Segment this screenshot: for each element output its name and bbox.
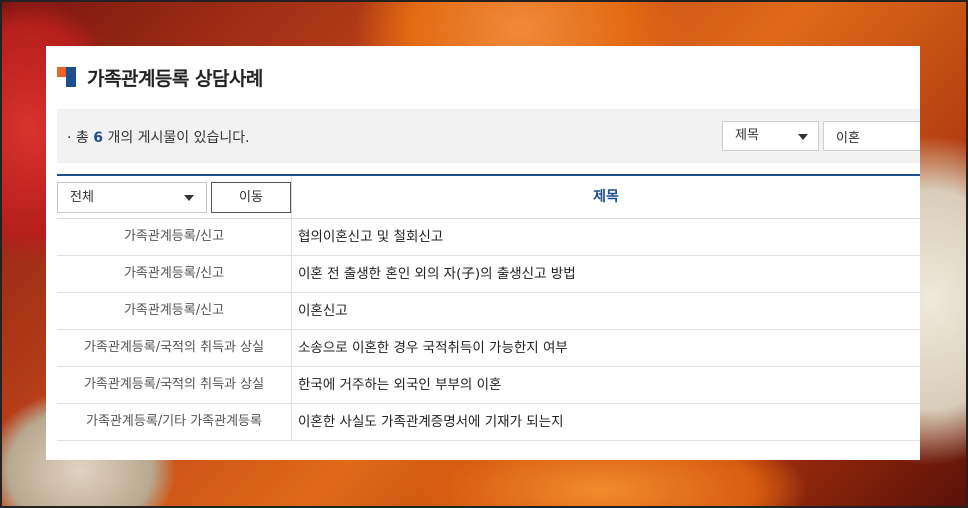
- row-title-link[interactable]: 이혼한 사실도 가족관계증명서에 기재가 되는지: [298, 404, 564, 440]
- table-header: 전체 이동 제목: [57, 176, 920, 219]
- table-row: 가족관계등록/신고 협의이혼신고 및 철회신고: [57, 219, 920, 256]
- row-category: 가족관계등록/신고: [57, 293, 292, 329]
- page-header: 가족관계등록 상담사례: [57, 64, 263, 90]
- row-title-link[interactable]: 이혼신고: [298, 293, 348, 329]
- table-row: 가족관계등록/국적의 취득과 상실 소송으로 이혼한 경우 국적취득이 가능한지…: [57, 330, 920, 367]
- post-table: 전체 이동 제목 가족관계등록/신고 협의이혼신고 및 철회신고 가족관계등록/…: [57, 174, 920, 441]
- row-category: 가족관계등록/신고: [57, 219, 292, 255]
- column-header-title: 제목: [593, 189, 619, 205]
- row-title-link[interactable]: 협의이혼신고 및 철회신고: [298, 219, 443, 255]
- count-suffix: 개의 게시물이 있습니다.: [107, 130, 250, 146]
- title-bullet-icon: [57, 67, 77, 87]
- row-category: 가족관계등록/국적의 취득과 상실: [57, 330, 292, 366]
- chevron-down-icon: [798, 134, 808, 140]
- row-title-link[interactable]: 한국에 거주하는 외국인 부부의 이혼: [298, 367, 501, 403]
- row-category: 가족관계등록/기타 가족관계등록: [57, 404, 292, 440]
- search-field-select[interactable]: 제목: [722, 121, 819, 151]
- content-panel: 가족관계등록 상담사례 · 총 6 개의 게시물이 있습니다. 제목 전체 이동…: [46, 46, 920, 460]
- count-prefix: 총: [75, 130, 89, 146]
- category-select[interactable]: 전체: [57, 182, 207, 213]
- count-number: 6: [93, 130, 103, 146]
- page-title: 가족관계등록 상담사례: [87, 67, 263, 90]
- board-info-bar: · 총 6 개의 게시물이 있습니다. 제목: [57, 109, 920, 163]
- search-input[interactable]: [823, 121, 920, 151]
- bullet-dot-icon: ·: [67, 130, 72, 146]
- row-title-link[interactable]: 이혼 전 출생한 혼인 외의 자(子)의 출생신고 방법: [298, 256, 576, 292]
- table-row: 가족관계등록/국적의 취득과 상실 한국에 거주하는 외국인 부부의 이혼: [57, 367, 920, 404]
- post-count: · 총 6 개의 게시물이 있습니다.: [67, 127, 250, 147]
- row-category: 가족관계등록/국적의 취득과 상실: [57, 367, 292, 403]
- search-field-value: 제목: [735, 128, 759, 143]
- category-select-value: 전체: [70, 190, 94, 205]
- table-row: 가족관계등록/신고 이혼신고: [57, 293, 920, 330]
- move-button[interactable]: 이동: [211, 182, 291, 213]
- table-row: 가족관계등록/신고 이혼 전 출생한 혼인 외의 자(子)의 출생신고 방법: [57, 256, 920, 293]
- row-title-link[interactable]: 소송으로 이혼한 경우 국적취득이 가능한지 여부: [298, 330, 568, 366]
- row-category: 가족관계등록/신고: [57, 256, 292, 292]
- chevron-down-icon: [184, 195, 194, 201]
- table-row: 가족관계등록/기타 가족관계등록 이혼한 사실도 가족관계증명서에 기재가 되는…: [57, 404, 920, 441]
